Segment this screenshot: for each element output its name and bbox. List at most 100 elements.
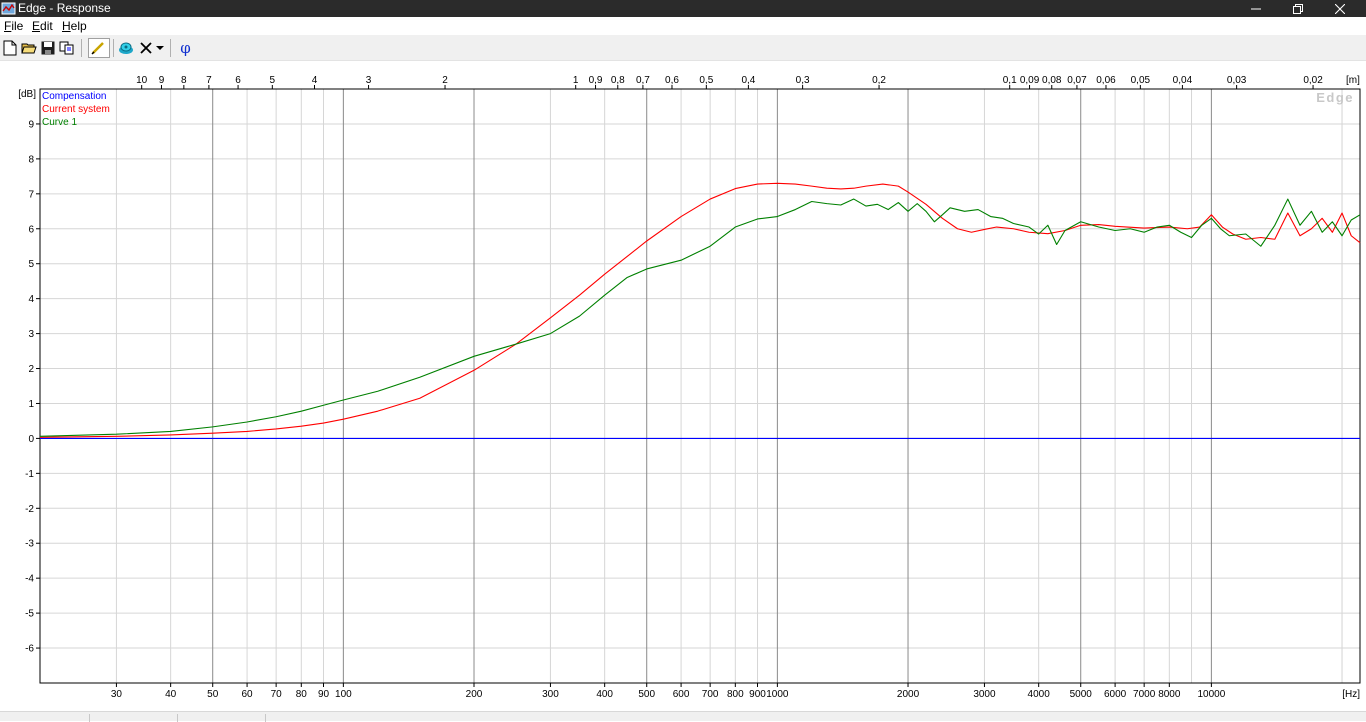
y-unit-label: [dB]: [18, 89, 36, 100]
title-bar: Edge - Response: [0, 0, 1366, 17]
top-tick-label: 0,04: [1173, 75, 1193, 86]
x-tick-label: 5000: [1070, 689, 1093, 700]
menu-help-hotkey: H: [62, 19, 71, 33]
draw-curve-button[interactable]: [88, 38, 110, 58]
top-tick-label: 7: [206, 75, 212, 86]
delete-dropdown-button[interactable]: [154, 38, 166, 58]
top-tick-label: 6: [235, 75, 241, 86]
y-tick-label: 5: [28, 259, 34, 270]
top-tick-label: 0,07: [1067, 75, 1087, 86]
y-tick-label: -1: [25, 469, 34, 480]
toolbar: φ: [0, 35, 1366, 61]
minimize-button[interactable]: [1234, 0, 1278, 17]
top-tick-label: 4: [312, 75, 318, 86]
save-disk-icon: [41, 41, 54, 55]
y-tick-label: -3: [25, 539, 34, 550]
x-tick-label: 60: [242, 689, 254, 700]
save-button[interactable]: [38, 38, 57, 58]
top-tick-label: 0,6: [665, 75, 679, 86]
copy-button[interactable]: [57, 38, 76, 58]
close-icon: [1335, 3, 1345, 14]
x-tick-label: 80: [296, 689, 308, 700]
y-tick-label: 1: [28, 399, 34, 410]
top-tick-label: 3: [366, 75, 372, 86]
series-layer: [39, 182, 1361, 439]
y-tick-label: 0: [28, 434, 34, 445]
toolbar-separator: [81, 39, 82, 57]
top-tick-label: 0,03: [1227, 75, 1247, 86]
open-folder-icon: [20, 43, 37, 54]
toolbar-separator: [170, 39, 171, 57]
x-tick-label: 30: [111, 689, 123, 700]
menu-help[interactable]: Help: [62, 19, 87, 33]
x-tick-label: 7000: [1133, 689, 1156, 700]
x-tick-label: 400: [596, 689, 613, 700]
y-tick-label: 3: [28, 329, 34, 340]
y-tick-label: -4: [25, 574, 34, 585]
x-tick-label: 300: [542, 689, 559, 700]
top-tick-label: 0,1: [1003, 75, 1017, 86]
top-tick-label: 0,09: [1020, 75, 1040, 86]
legend-entry: Curve 1: [42, 117, 77, 128]
menu-file[interactable]: File: [4, 19, 23, 33]
x-tick-label: 200: [466, 689, 483, 700]
toolbar-separator: [113, 39, 114, 57]
restore-icon: [1293, 3, 1303, 14]
copy-icon: [59, 41, 73, 55]
phase-button[interactable]: φ: [176, 38, 195, 58]
phase-phi-icon: φ: [180, 39, 191, 57]
top-tick-label: 1: [573, 75, 579, 86]
x-tick-label: 4000: [1028, 689, 1051, 700]
x-tick-label: 100: [335, 689, 352, 700]
top-tick-label: 0,05: [1131, 75, 1151, 86]
top-tick-label: 0,7: [636, 75, 650, 86]
top-unit-label: [m]: [1346, 75, 1360, 86]
legend-entry: Compensation: [42, 91, 106, 102]
top-tick-label: 9: [159, 75, 165, 86]
close-button[interactable]: [1318, 0, 1362, 17]
top-tick-label: 8: [181, 75, 187, 86]
x-unit-label: [Hz]: [1342, 689, 1360, 700]
x-tick-label: 2000: [897, 689, 920, 700]
menu-edit-hotkey: E: [32, 19, 41, 33]
window-title: Edge - Response: [18, 1, 111, 15]
y-tick-label: -6: [25, 644, 34, 655]
x-tick-label: 90: [318, 689, 330, 700]
response-chart[interactable]: 9 8 7 6 5 4 3 2 1 0 -1 -2 -3 -4 -5 -6 30 40 50 60 70 80 90 100 2…: [0, 61, 1366, 711]
x-tick-label: 70: [271, 689, 283, 700]
top-tick-label: 0,3: [796, 75, 810, 86]
new-button[interactable]: [0, 38, 19, 58]
restore-button[interactable]: [1276, 0, 1320, 17]
menu-edit-label: dit: [40, 19, 53, 33]
y-tick-label: 2: [28, 364, 34, 375]
y-tick-label: 7: [28, 189, 34, 200]
top-tick-label: 0,02: [1303, 75, 1323, 86]
open-button[interactable]: [19, 38, 38, 58]
y-tick-label: -2: [25, 504, 34, 515]
new-document-icon: [3, 40, 16, 56]
x-tick-label: 50: [207, 689, 219, 700]
top-tick-label: 0,9: [589, 75, 603, 86]
x-tick-label: 1000: [766, 689, 789, 700]
axis-layer: 9 8 7 6 5 4 3 2 1 0 -1 -2 -3 -4 -5 -6 30 40 50 60 70 80 90 100 2…: [25, 75, 1323, 700]
delete-button[interactable]: [136, 38, 155, 58]
x-tick-label: 40: [165, 689, 177, 700]
watermark-label: Edge: [1316, 90, 1354, 105]
y-tick-label: 9: [28, 119, 34, 130]
plot-frame: [39, 88, 1361, 684]
top-tick-label: 0,2: [872, 75, 886, 86]
delete-x-icon: [139, 42, 152, 54]
y-tick-label: -5: [25, 609, 34, 620]
speaker-icon: [118, 42, 133, 54]
top-tick-label: 0,06: [1096, 75, 1116, 86]
legend: Compensation Current system Curve 1: [42, 91, 110, 128]
speaker-button[interactable]: [116, 38, 135, 58]
menu-edit[interactable]: Edit: [32, 19, 53, 33]
x-tick-label: 6000: [1104, 689, 1127, 700]
y-tick-label: 8: [28, 154, 34, 165]
x-tick-label: 8000: [1158, 689, 1181, 700]
top-tick-label: 2: [442, 75, 448, 86]
draw-curve-icon: [91, 42, 104, 55]
response-plot-svg[interactable]: 9 8 7 6 5 4 3 2 1 0 -1 -2 -3 -4 -5 -6 30 40 50 60 70 80 90 100 2…: [0, 61, 1366, 711]
legend-entry: Current system: [42, 104, 110, 115]
